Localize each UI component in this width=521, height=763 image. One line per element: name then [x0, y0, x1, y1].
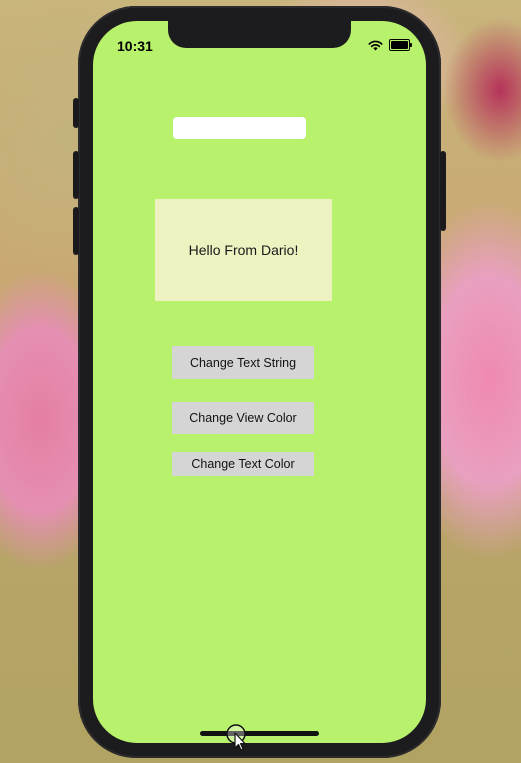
status-icons — [368, 38, 412, 52]
power-button — [440, 151, 446, 231]
cursor-icon — [226, 724, 246, 751]
iphone-frame: 10:31 Hello From Dario! Change Text Stri… — [73, 6, 446, 758]
volume-up-button — [73, 151, 79, 199]
notch — [168, 21, 351, 48]
volume-down-button — [73, 207, 79, 255]
home-indicator[interactable] — [200, 731, 319, 736]
status-time: 10:31 — [117, 38, 153, 54]
change-text-string-button[interactable]: Change Text String — [172, 346, 314, 379]
battery-level — [391, 41, 408, 49]
change-view-color-button[interactable]: Change View Color — [172, 402, 314, 434]
wifi-icon — [368, 40, 383, 50]
hello-view: Hello From Dario! — [155, 199, 332, 301]
text-input[interactable] — [173, 117, 306, 139]
change-text-color-button[interactable]: Change Text Color — [172, 452, 314, 476]
app-screen: 10:31 Hello From Dario! Change Text Stri… — [93, 21, 426, 743]
hello-label: Hello From Dario! — [188, 242, 299, 258]
silent-switch — [73, 98, 79, 128]
battery-icon — [389, 39, 412, 51]
